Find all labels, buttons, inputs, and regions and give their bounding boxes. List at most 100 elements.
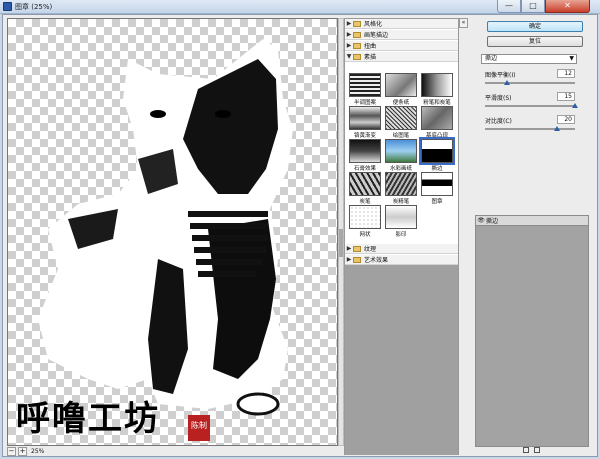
thumb-label: 影印 (395, 232, 407, 238)
thumb-image (421, 106, 453, 130)
zoom-bar: − + 25% (7, 447, 344, 456)
thumb-label: 图章 (431, 199, 443, 205)
param-value-input[interactable]: 20 (557, 115, 575, 124)
zoom-in-button[interactable]: + (18, 447, 27, 456)
thumb-image (421, 172, 453, 196)
slider-track[interactable] (485, 105, 575, 107)
thumb-label: 撕边 (431, 166, 443, 172)
layer-tools (523, 447, 553, 455)
maximize-button[interactable]: □ (521, 0, 545, 13)
filter-thumb-graphic-pen[interactable]: 绘图笔 (385, 106, 417, 139)
folder-sketch[interactable]: ▼ 素描 (345, 52, 458, 62)
filter-thumb-conte-crayon[interactable]: 炭精笔 (385, 172, 417, 205)
minimize-button[interactable]: — (497, 0, 521, 13)
folder-texture[interactable]: ▶ 纹理 (345, 244, 458, 254)
chevron-down-icon: ▼ (346, 53, 352, 60)
param-value-input[interactable]: 15 (557, 92, 575, 101)
photoshop-app-icon (3, 2, 12, 11)
filter-thumb-chrome[interactable]: 铬黄渐变 (349, 106, 381, 139)
folder-artistic[interactable]: ▶ 艺术效果 (345, 255, 458, 265)
new-effect-layer-icon[interactable] (523, 447, 529, 453)
slider-knob[interactable] (554, 126, 560, 131)
thumb-image (419, 137, 455, 165)
thumb-image (349, 205, 381, 229)
thumb-image (421, 73, 453, 97)
chevron-right-icon: ▶ (346, 31, 352, 38)
thumb-label: 铬黄渐变 (353, 133, 376, 139)
filter-gallery-dialog: 呼噜工坊 陈制 − + 25% ▶ 风格化 ▶ 画笔描边 ▶ 扭曲 ▼ 素描 半… (2, 14, 598, 457)
thumb-label: 半调图案 (353, 100, 376, 106)
slider-track[interactable] (485, 82, 575, 84)
reset-button[interactable]: 复位 (487, 36, 583, 47)
filter-thumb-halftone[interactable]: 半调图案 (349, 73, 381, 106)
param-label: 图像平衡(I) (485, 72, 516, 79)
effect-layer-torn-edges[interactable]: 👁 撕边 (476, 216, 588, 226)
thumb-image (349, 73, 381, 97)
thumb-label: 便条纸 (392, 100, 410, 106)
thumb-image (349, 106, 381, 130)
filter-thumb-stamp[interactable]: 图章 (421, 172, 453, 205)
filter-thumbnails: 半调图案 便条纸 粉笔和炭笔 铬黄渐变 绘图笔 基底凸现 石膏效果 水彩画纸 撕… (345, 73, 458, 243)
filter-thumb-plaster[interactable]: 石膏效果 (349, 139, 381, 172)
slider-knob[interactable] (572, 103, 578, 108)
chevron-right-icon: ▶ (346, 42, 352, 49)
slider-knob[interactable] (503, 80, 510, 85)
thumb-image (385, 139, 417, 163)
filter-thumb-water-paper[interactable]: 水彩画纸 (385, 139, 417, 172)
layer-name: 撕边 (486, 218, 499, 225)
settings-panel: 确定 复位 撕边 ▼ 图像平衡(I) 12 平滑度(S) 15 对比度(C) 2… (473, 18, 591, 455)
calligraphy-watermark: 呼噜工坊 (16, 399, 160, 439)
folder-icon (353, 42, 361, 49)
folder-label: 扭曲 (364, 43, 377, 50)
filter-thumb-chalk-charcoal[interactable]: 粉笔和炭笔 (421, 73, 453, 106)
window-title: 图章 (25%) (15, 3, 53, 11)
folder-icon (353, 20, 361, 27)
collapse-gallery-button[interactable]: « (459, 18, 468, 28)
scrollbar-thumb[interactable] (339, 229, 343, 257)
zoom-out-button[interactable]: − (7, 447, 16, 456)
delete-effect-layer-icon[interactable] (534, 447, 541, 453)
zoom-level[interactable]: 25% (31, 447, 44, 456)
thumb-image (349, 172, 381, 196)
slider-track[interactable] (485, 128, 575, 130)
filter-thumb-bas-relief[interactable]: 基底凸现 (421, 106, 453, 139)
filter-thumb-torn-edges[interactable]: 撕边 (419, 137, 455, 172)
folder-brush-strokes[interactable]: ▶ 画笔描边 (345, 30, 458, 40)
thumb-image (385, 205, 417, 229)
filter-select-value: 撕边 (485, 55, 498, 62)
param-value-input[interactable]: 12 (557, 69, 575, 78)
folder-label: 艺术效果 (364, 257, 389, 264)
thumb-label: 石膏效果 (353, 166, 376, 172)
filter-select[interactable]: 撕边 ▼ (481, 54, 577, 64)
filter-thumb-note-paper[interactable]: 便条纸 (385, 73, 417, 106)
close-button[interactable]: ✕ (545, 0, 590, 13)
preview-image (38, 39, 293, 441)
effect-layers-list: 👁 撕边 (475, 215, 589, 447)
folder-label: 素描 (364, 54, 377, 61)
preview-canvas[interactable]: 呼噜工坊 陈制 (7, 18, 338, 446)
param-contrast: 对比度(C) 20 (481, 115, 581, 137)
filter-thumb-photocopy[interactable]: 影印 (385, 205, 417, 238)
chevron-right-icon: ▶ (346, 256, 352, 263)
thumb-label: 水彩画纸 (389, 166, 412, 172)
folder-open-icon (353, 53, 361, 60)
thumb-label: 炭精笔 (392, 199, 410, 205)
cat-eye-left (150, 110, 166, 118)
param-smoothness: 平滑度(S) 15 (481, 92, 581, 114)
eye-icon[interactable]: 👁 (476, 217, 486, 224)
folder-distort[interactable]: ▶ 扭曲 (345, 41, 458, 51)
folder-icon (353, 31, 361, 38)
folder-icon (353, 245, 361, 252)
folder-label: 画笔描边 (364, 32, 389, 39)
filter-thumb-reticulation[interactable]: 网状 (349, 205, 381, 238)
cat-paw (236, 392, 280, 416)
cat-eye-right (215, 110, 231, 118)
folder-stylize[interactable]: ▶ 风格化 (345, 19, 458, 29)
ok-button[interactable]: 确定 (487, 21, 583, 32)
title-bar: 图章 (25%) — □ ✕ (0, 0, 600, 14)
filter-thumb-charcoal[interactable]: 炭笔 (349, 172, 381, 205)
thumb-label: 网状 (359, 232, 371, 238)
thumb-image (349, 139, 381, 163)
filter-gallery-panel: ▶ 风格化 ▶ 画笔描边 ▶ 扭曲 ▼ 素描 半调图案 便条纸 粉笔和炭笔 铬黄… (344, 18, 459, 455)
param-label: 对比度(C) (485, 118, 512, 125)
